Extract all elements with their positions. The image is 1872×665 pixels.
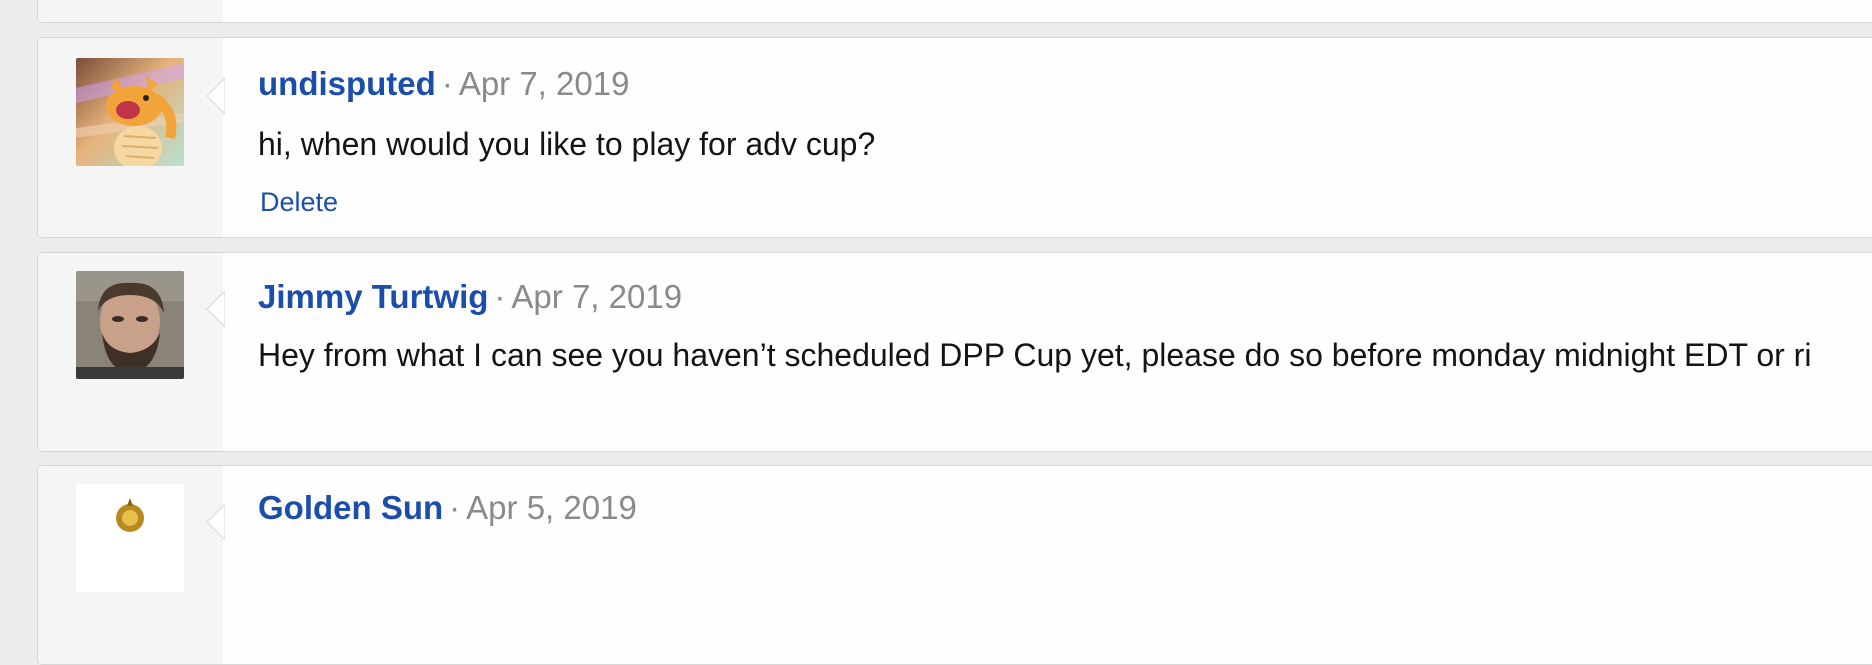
post-body: Golden Sun · Apr 5, 2019 [258,488,1872,528]
author-link[interactable]: undisputed [258,65,436,102]
profile-post-card: Golden Sun · Apr 5, 2019 [37,465,1872,665]
profile-post-feed: undisputed · Apr 7, 2019 hi, when would yo… [37,0,1872,665]
author-link[interactable]: Golden Sun [258,489,443,526]
dragonite-avatar-icon[interactable] [76,58,184,166]
post-date[interactable]: Apr 5, 2019 [466,489,637,526]
post-meta: undisputed · Apr 7, 2019 [258,64,1872,104]
post-body: undisputed · Apr 7, 2019 hi, when would yo… [258,64,1872,218]
meta-separator: · [449,489,461,526]
post-message: hi, when would you like to play for adv … [258,126,876,162]
post-meta: Jimmy Turtwig · Apr 7, 2019 [258,277,1872,317]
profile-post-card: undisputed · Apr 7, 2019 hi, when would yo… [37,37,1872,238]
post-date[interactable]: Apr 7, 2019 [459,65,630,102]
meta-separator: · [494,278,506,315]
meta-separator: · [441,65,453,102]
speech-pointer-icon [206,291,241,327]
photo-avatar-icon[interactable] [76,271,184,379]
speech-pointer-icon [206,78,241,114]
profile-post-card [37,0,1872,23]
post-message: Hey from what I can see you haven’t sche… [258,337,1812,373]
post-body: Jimmy Turtwig · Apr 7, 2019 Hey from what … [258,277,1872,375]
profile-post-card: Jimmy Turtwig · Apr 7, 2019 Hey from what … [37,252,1872,452]
post-actions: Delete [258,186,1872,218]
speech-pointer-icon [206,504,241,540]
post-date[interactable]: Apr 7, 2019 [511,278,682,315]
delete-link[interactable]: Delete [260,187,338,217]
author-link[interactable]: Jimmy Turtwig [258,278,488,315]
post-meta: Golden Sun · Apr 5, 2019 [258,488,1872,528]
avatar-gutter [38,0,223,22]
golden-sun-avatar-icon[interactable] [76,484,184,592]
